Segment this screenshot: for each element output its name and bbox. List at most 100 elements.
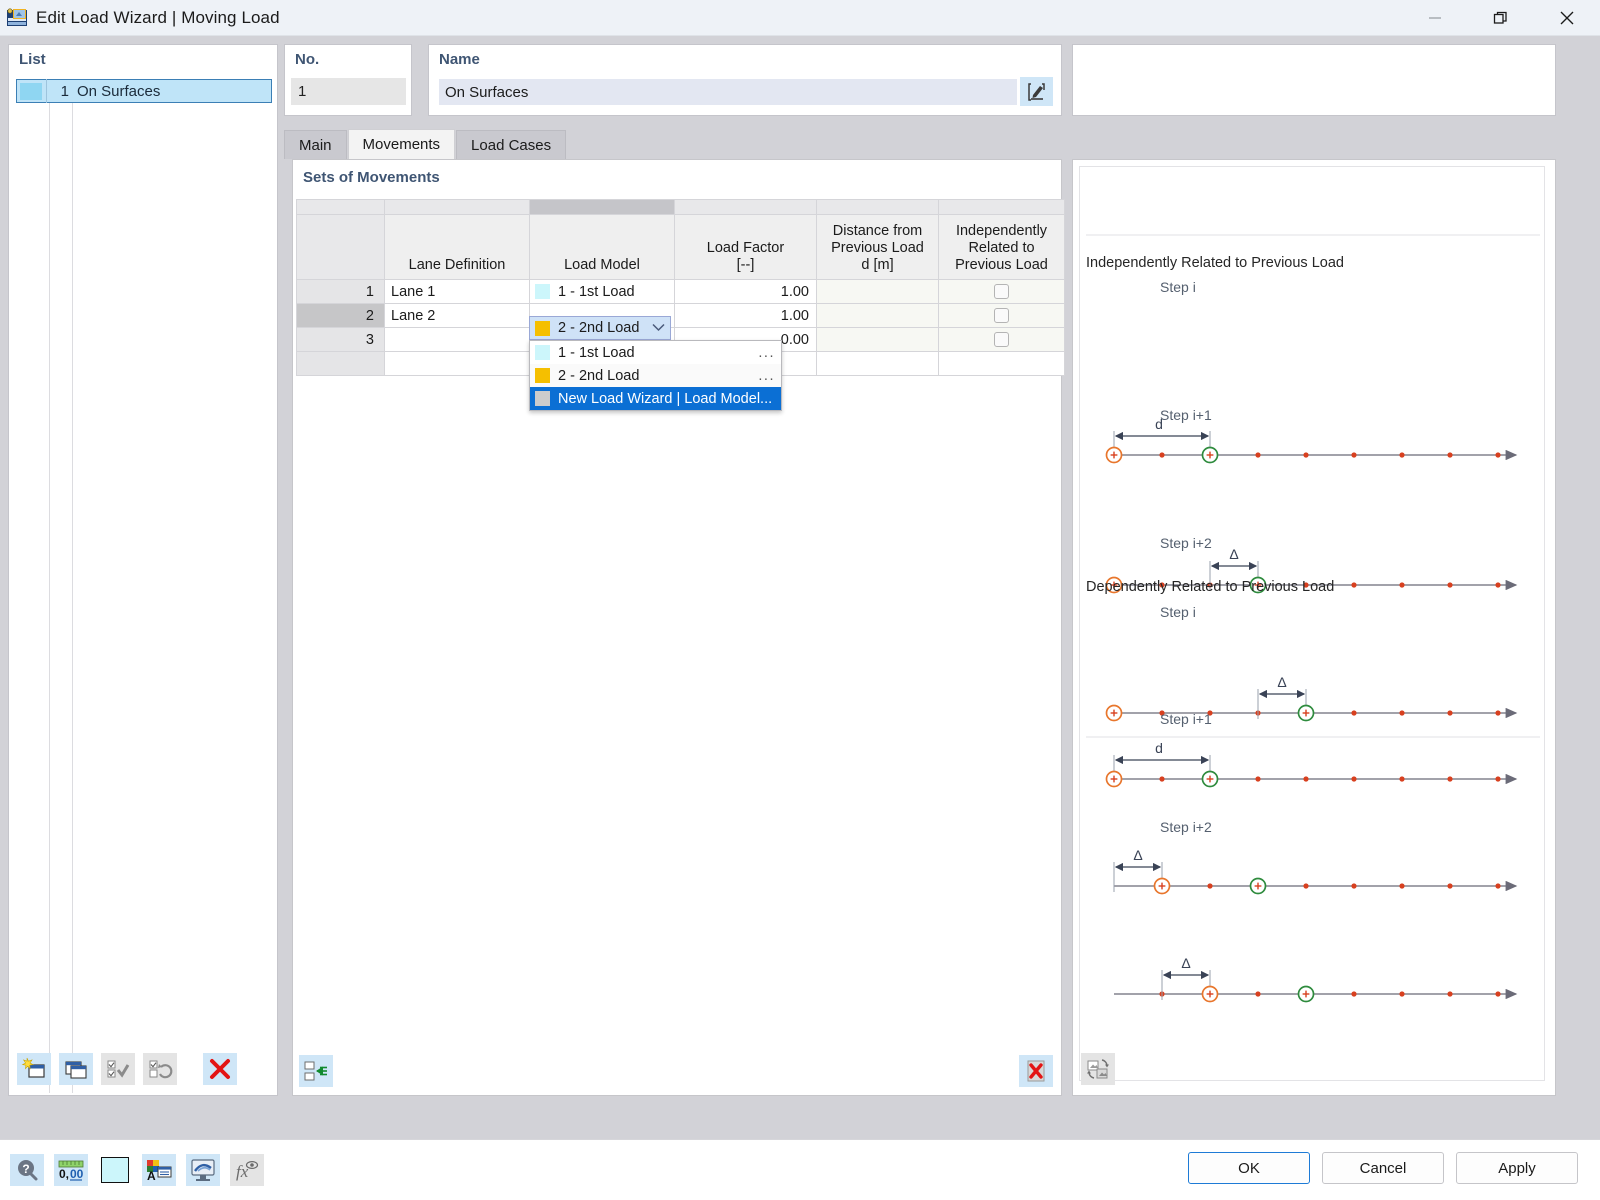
tab-load-cases[interactable]: Load Cases	[456, 130, 567, 159]
units-button[interactable]: 0, 00	[54, 1154, 88, 1186]
header-load-model[interactable]: Load Model	[529, 214, 675, 280]
sets-of-movements-panel: Sets of Movements Lane Definition Load M…	[292, 159, 1065, 1096]
chevron-down-icon[interactable]	[652, 320, 665, 336]
invert-selection-button[interactable]	[143, 1053, 177, 1085]
independent-checkbox[interactable]	[994, 308, 1009, 324]
header-distance-line2: Previous Load	[831, 240, 924, 256]
apply-button[interactable]: Apply	[1456, 1152, 1578, 1184]
window-title: Edit Load Wizard | Moving Load	[36, 7, 280, 27]
color-button[interactable]	[98, 1154, 132, 1186]
cell-lane-definition[interactable]: Lane 1	[384, 279, 530, 304]
help-button[interactable]: ?	[10, 1154, 44, 1186]
tab-strip: Main Movements Load Cases	[284, 129, 1084, 159]
title-bar: Edit Load Wizard | Moving Load	[0, 0, 1600, 36]
table-row[interactable]: 2 Lane 2 1.00	[296, 303, 1065, 328]
select-all-button[interactable]	[101, 1053, 135, 1085]
window-controls	[1402, 0, 1600, 36]
number-panel: No. 1	[284, 44, 412, 116]
diagram-canvas: Independently Related to Previous Load S…	[1079, 166, 1545, 1081]
load-model-combo-editor[interactable]: 2 - 2nd Load	[529, 316, 671, 340]
list-item[interactable]: 1 On Surfaces	[16, 79, 272, 103]
new-item-button[interactable]	[17, 1053, 51, 1085]
cell-independent[interactable]	[938, 303, 1065, 328]
list-item-label: On Surfaces	[77, 82, 161, 100]
load-wizard-icon	[6, 7, 28, 29]
cell-load-factor[interactable]: 1.00	[674, 279, 817, 304]
dropdown-item-1st-load[interactable]: 1 - 1st Load ...	[530, 341, 781, 364]
close-icon[interactable]	[1534, 0, 1600, 36]
diagram-svg: Step i d Step i+1 Δ Step i+2 Δ Step i d …	[1086, 234, 1540, 1003]
bottom-tool-strip: ? 0, 00 A fx	[10, 1154, 264, 1186]
svg-text:00: 00	[70, 1167, 84, 1181]
table-toolbar-left	[299, 1055, 333, 1087]
header-distance-line3: d [m]	[861, 257, 894, 273]
load-model-dropdown[interactable]: 1 - 1st Load ... 2 - 2nd Load ... New Lo…	[529, 340, 782, 411]
cell-distance[interactable]	[816, 327, 939, 352]
combo-color-swatch	[535, 320, 550, 336]
list-item-number: 1	[60, 82, 69, 100]
dropdown-item-color-swatch	[535, 368, 550, 383]
diagram-section-title-dependent: Dependently Related to Previous Load	[1086, 579, 1335, 595]
dialog-window: Edit Load Wizard | Moving Load List 1 On…	[0, 0, 1600, 1200]
table-toolbar-right	[1019, 1055, 1053, 1087]
cell-independent[interactable]	[938, 279, 1065, 304]
svg-text:Step i+1: Step i+1	[1160, 407, 1212, 423]
list-column-divider-1	[49, 103, 50, 1093]
list-panel-label: List	[19, 51, 46, 68]
header-load-factor[interactable]: Load Factor [--]	[674, 214, 817, 280]
import-row-button[interactable]	[299, 1055, 333, 1087]
header-independent[interactable]: Independently Related to Previous Load	[938, 214, 1065, 280]
header-independent-line1: Independently	[955, 223, 1048, 239]
cell-independent[interactable]	[938, 327, 1065, 352]
svg-text:Δ: Δ	[1133, 847, 1142, 863]
name-panel-label: Name	[439, 51, 480, 68]
restore-icon[interactable]	[1468, 0, 1534, 36]
formula-button[interactable]: fx	[230, 1154, 264, 1186]
independent-checkbox[interactable]	[994, 332, 1009, 348]
dropdown-item-ellipsis-icon[interactable]: ...	[758, 345, 775, 361]
cell-load-model-label: 1 - 1st Load	[558, 283, 635, 300]
filler-distance	[816, 351, 939, 376]
svg-text:Step i+2: Step i+2	[1160, 535, 1212, 551]
number-input[interactable]: 1	[291, 78, 406, 105]
cell-distance[interactable]	[816, 279, 939, 304]
dropdown-item-2nd-load[interactable]: 2 - 2nd Load ...	[530, 364, 781, 387]
tab-movements[interactable]: Movements	[347, 129, 456, 159]
dropdown-item-new-load-wizard[interactable]: New Load Wizard | Load Model...	[530, 387, 781, 410]
header-lane-definition[interactable]: Lane Definition	[384, 214, 530, 280]
delete-row-button[interactable]	[1019, 1055, 1053, 1087]
display-properties-button[interactable]: A	[142, 1154, 176, 1186]
header-distance[interactable]: Distance from Previous Load d [m]	[816, 214, 939, 280]
table-row[interactable]: 1 Lane 1 1 - 1st Load 1.00	[296, 279, 1065, 304]
svg-text:Δ: Δ	[1229, 546, 1238, 562]
cell-lane-definition[interactable]	[384, 327, 530, 352]
list-item-color-swatch	[20, 82, 42, 100]
dropdown-item-ellipsis-icon[interactable]: ...	[758, 368, 775, 384]
minimize-icon[interactable]	[1402, 0, 1468, 36]
diagram-section-title-independent: Independently Related to Previous Load	[1086, 255, 1344, 271]
header-load-factor-line1: Load Factor	[706, 240, 785, 256]
delete-item-button[interactable]	[203, 1053, 237, 1085]
filler-independent	[938, 351, 1065, 376]
dropdown-item-color-swatch	[535, 345, 550, 360]
render-button[interactable]	[186, 1154, 220, 1186]
svg-text:d: d	[1155, 740, 1163, 756]
table-header-row: Lane Definition Load Model Load Factor […	[296, 214, 1065, 280]
filler-lane	[384, 351, 530, 376]
independent-checkbox[interactable]	[994, 284, 1009, 300]
group-cell-rownum	[296, 199, 385, 215]
name-input[interactable]: On Surfaces	[439, 79, 1017, 105]
cell-lane-definition[interactable]: Lane 2	[384, 303, 530, 328]
cancel-button[interactable]: Cancel	[1322, 1152, 1444, 1184]
cell-distance[interactable]	[816, 303, 939, 328]
combo-value-label: 2 - 2nd Load	[558, 320, 640, 336]
ok-button[interactable]: OK	[1188, 1152, 1310, 1184]
tab-main[interactable]: Main	[284, 130, 347, 159]
reset-view-button[interactable]	[1081, 1053, 1115, 1085]
svg-text:Δ: Δ	[1277, 674, 1286, 690]
cell-load-factor[interactable]: 1.00	[674, 303, 817, 328]
header-independent-line3: Previous Load	[955, 257, 1048, 273]
rename-pencil-icon[interactable]	[1020, 77, 1053, 106]
copy-item-button[interactable]	[59, 1053, 93, 1085]
cell-load-model[interactable]: 1 - 1st Load	[529, 279, 675, 304]
